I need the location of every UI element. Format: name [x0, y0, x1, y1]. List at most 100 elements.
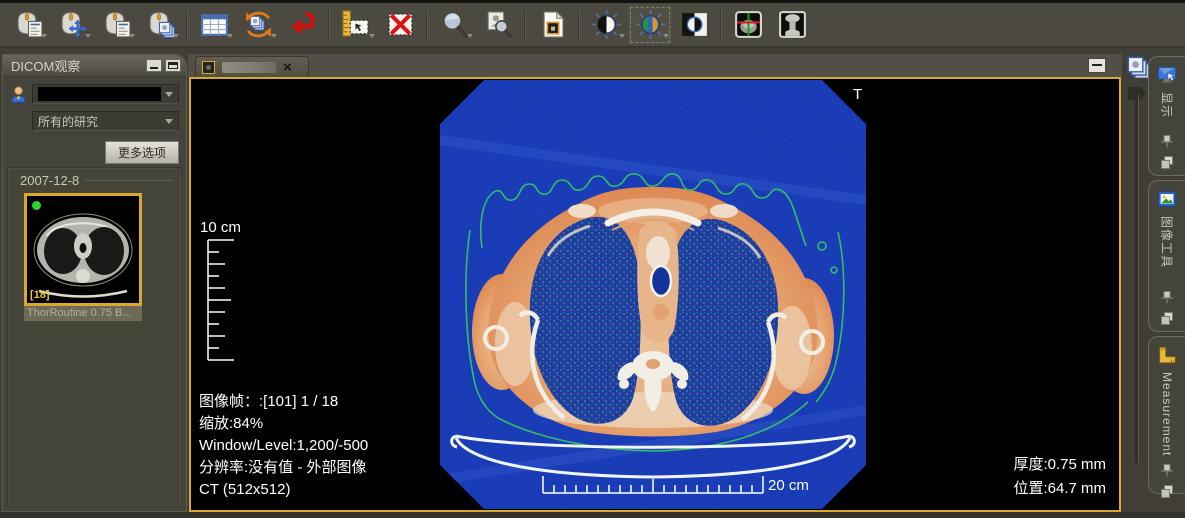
frame-count-badge: [18] [30, 289, 50, 301]
export-image-button[interactable] [530, 5, 574, 45]
panel-maximize-button[interactable] [165, 59, 181, 72]
tab-close-icon[interactable]: × [283, 60, 292, 75]
image-tools-icon [1157, 189, 1177, 209]
series-caption[interactable]: ThorRoutine 0.75 B... [24, 306, 142, 321]
viewer-tab-bar: × [188, 54, 1122, 77]
info-frame: 图像帧：:[101] 1 / 18 [199, 391, 368, 413]
rotate-icon [243, 9, 274, 40]
study-filter-value: 所有的研究 [38, 113, 98, 130]
magnify-image-button[interactable] [476, 5, 520, 45]
ct-thumbnail-image [27, 196, 139, 303]
patient-select[interactable] [32, 84, 179, 104]
cascade-windows-icon [1127, 56, 1149, 78]
dropdown-arrow-icon[interactable] [173, 34, 179, 38]
pseudo-color-sun-icon [635, 9, 666, 40]
layout-grid-button[interactable] [192, 5, 236, 45]
more-options-button[interactable]: 更多选项 [105, 141, 179, 164]
reference-lines-button[interactable] [726, 5, 770, 45]
mouse-stack-scroll-tool-button[interactable] [138, 5, 182, 45]
toolbar-separator [426, 10, 428, 40]
orientation-marker: T [853, 86, 862, 103]
dicom-viewer-window: DICOM观察 所有的研究 更多选项 [0, 0, 1185, 518]
pseudo-color-button[interactable] [628, 5, 672, 45]
study-filter-select[interactable]: 所有的研究 [32, 111, 179, 131]
toolbar-separator [578, 10, 580, 40]
zoom-tool-button[interactable] [432, 5, 476, 45]
red-undo-arrow-icon [287, 9, 318, 40]
dropdown-arrow-icon[interactable] [663, 34, 669, 38]
dropdown-arrow-icon[interactable] [129, 34, 135, 38]
mouse-annotate-tool-button[interactable] [94, 5, 138, 45]
undo-reset-button[interactable] [280, 5, 324, 45]
series-list: 2007-12-8 [7, 167, 182, 507]
ct-axial-image[interactable] [440, 80, 866, 509]
dropdown-arrow-icon[interactable] [41, 34, 47, 38]
grid-icon [199, 9, 230, 40]
file-export-icon [537, 9, 568, 40]
patient-name-redacted [38, 87, 161, 101]
info-window-level: Window/Level:1,200/-500 [199, 435, 368, 457]
frame-slider-track[interactable] [1135, 95, 1139, 463]
info-resolution: 分辨率:没有值 - 外部图像 [199, 457, 368, 479]
panel-minimize-button[interactable] [146, 59, 162, 72]
tab-title-redacted [222, 62, 276, 73]
sidebar-tab-image-tools[interactable]: 图像工具 [1148, 180, 1185, 332]
invert-contrast-button[interactable] [672, 5, 716, 45]
chevron-down-icon [165, 92, 173, 97]
study-date-header: 2007-12-8 [20, 173, 79, 188]
horizontal-ruler [542, 475, 766, 495]
float-window-icon[interactable] [1160, 155, 1174, 169]
image-viewport[interactable]: T 10 cm 2 [189, 77, 1121, 512]
horizontal-ruler-label: 20 cm [768, 477, 809, 494]
dropdown-arrow-icon[interactable] [271, 34, 277, 38]
magnifier-icon [439, 9, 470, 40]
pin-icon[interactable] [1160, 290, 1174, 304]
float-window-icon[interactable] [1160, 311, 1174, 325]
delete-measurements-button[interactable] [378, 5, 422, 45]
series-status-dot [32, 201, 41, 210]
dropdown-arrow-icon[interactable] [85, 34, 91, 38]
toolbar-separator [524, 10, 526, 40]
vertical-ruler [205, 239, 237, 361]
pin-icon[interactable] [1160, 463, 1174, 477]
window-level-button[interactable] [584, 5, 628, 45]
invert-icon [679, 9, 710, 40]
reference-lines-icon [733, 9, 764, 40]
date-divider [85, 180, 173, 181]
dropdown-arrow-icon[interactable] [619, 34, 625, 38]
dropdown-arrow-icon[interactable] [227, 34, 233, 38]
series-thumbnail[interactable]: [18] [24, 193, 142, 306]
info-modality: CT (512x512) [199, 479, 368, 501]
dropdown-arrow-icon[interactable] [467, 34, 473, 38]
window-bottom-edge [0, 512, 1185, 518]
tab-series-icon [202, 61, 215, 74]
vertical-ruler-label: 10 cm [200, 219, 241, 236]
sidebar-tab-display[interactable]: 显示 [1148, 56, 1185, 176]
sidebar-tab-label: 显示 [1159, 92, 1176, 118]
chevron-down-icon [165, 119, 173, 124]
viewer-tab[interactable]: × [195, 56, 309, 77]
mouse-pan-tool-button[interactable] [50, 5, 94, 45]
scout-view-button[interactable] [770, 5, 814, 45]
slice-info-overlay: 厚度:0.75 mm 位置:64.7 mm [1013, 453, 1106, 501]
dropdown-arrow-icon[interactable] [369, 34, 375, 38]
main-toolbar [0, 3, 1185, 48]
red-x-delete-icon [385, 9, 416, 40]
info-zoom: 缩放:84% [199, 413, 368, 435]
rotate-series-button[interactable] [236, 5, 280, 45]
sidebar-tab-measurement[interactable]: Measurement [1148, 336, 1185, 494]
viewport-minimize-button[interactable] [1088, 58, 1106, 73]
toolbar-separator [720, 10, 722, 40]
pin-icon[interactable] [1160, 134, 1174, 148]
magnifier-image-icon [483, 9, 514, 40]
mouse-report-tool-button[interactable] [6, 5, 50, 45]
scout-view-icon [777, 9, 808, 40]
float-window-icon[interactable] [1160, 484, 1174, 498]
measure-region-select-button[interactable] [334, 5, 378, 45]
panel-title: DICOM观察 [11, 56, 80, 75]
toolbar-separator [328, 10, 330, 40]
ruler-select-icon [341, 9, 372, 40]
panel-header: DICOM观察 [3, 55, 186, 77]
slice-thickness: 厚度:0.75 mm [1013, 453, 1106, 477]
measurement-ruler-icon [1157, 345, 1177, 365]
